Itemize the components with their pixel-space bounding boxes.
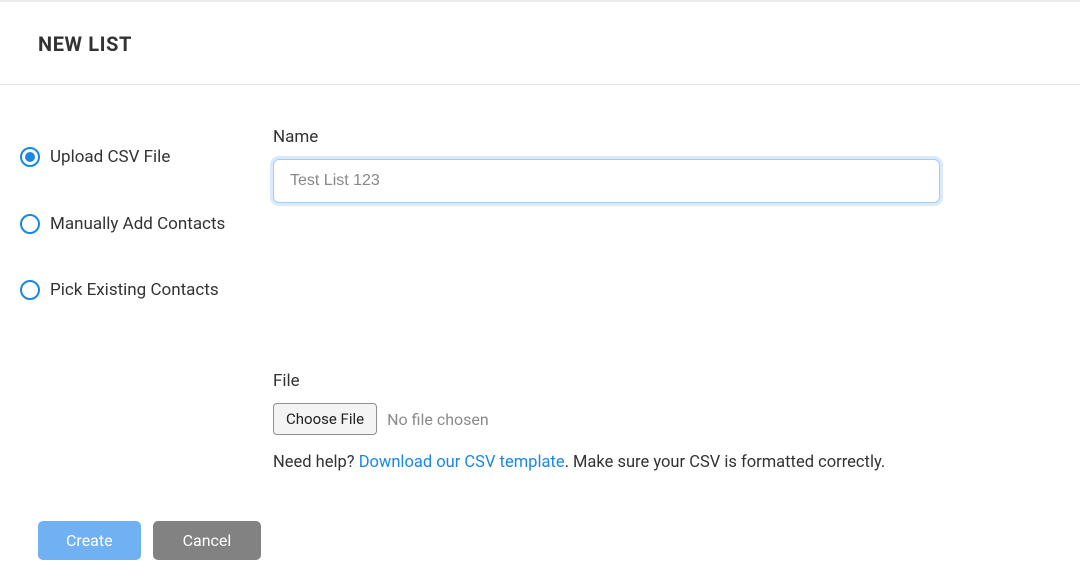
page-body: Upload CSV File Manually Add Contacts Pi… bbox=[0, 85, 1080, 472]
csv-help-text: Need help? Download our CSV template. Ma… bbox=[273, 453, 940, 472]
create-button[interactable]: Create bbox=[38, 521, 141, 560]
radio-option-manually-add[interactable]: Manually Add Contacts bbox=[20, 212, 273, 237]
choose-file-button[interactable]: Choose File bbox=[273, 403, 377, 435]
radio-label: Manually Add Contacts bbox=[50, 212, 229, 237]
form-main: Name File Choose File No file chosen Nee… bbox=[273, 127, 1080, 472]
radio-icon bbox=[20, 280, 40, 300]
radio-option-upload-csv[interactable]: Upload CSV File bbox=[20, 145, 273, 170]
help-suffix: . Make sure your CSV is formatted correc… bbox=[565, 453, 886, 472]
no-file-chosen-text: No file chosen bbox=[387, 410, 489, 429]
file-section: File Choose File No file chosen Need hel… bbox=[273, 371, 940, 472]
radio-label: Upload CSV File bbox=[50, 145, 174, 170]
cancel-button[interactable]: Cancel bbox=[153, 521, 262, 560]
file-picker-row: Choose File No file chosen bbox=[273, 403, 940, 435]
radio-icon bbox=[20, 147, 40, 167]
help-prefix: Need help? bbox=[273, 453, 359, 472]
name-label: Name bbox=[273, 127, 940, 147]
form-footer: Create Cancel bbox=[38, 521, 261, 560]
radio-option-pick-existing[interactable]: Pick Existing Contacts bbox=[20, 278, 273, 303]
download-csv-template-link[interactable]: Download our CSV template bbox=[359, 453, 565, 472]
name-input[interactable] bbox=[273, 159, 940, 203]
list-source-options: Upload CSV File Manually Add Contacts Pi… bbox=[20, 127, 273, 472]
radio-icon bbox=[20, 214, 40, 234]
page-header: NEW LIST bbox=[0, 2, 1080, 85]
radio-label: Pick Existing Contacts bbox=[50, 278, 223, 303]
page-title: NEW LIST bbox=[38, 32, 1080, 56]
file-label: File bbox=[273, 371, 940, 391]
